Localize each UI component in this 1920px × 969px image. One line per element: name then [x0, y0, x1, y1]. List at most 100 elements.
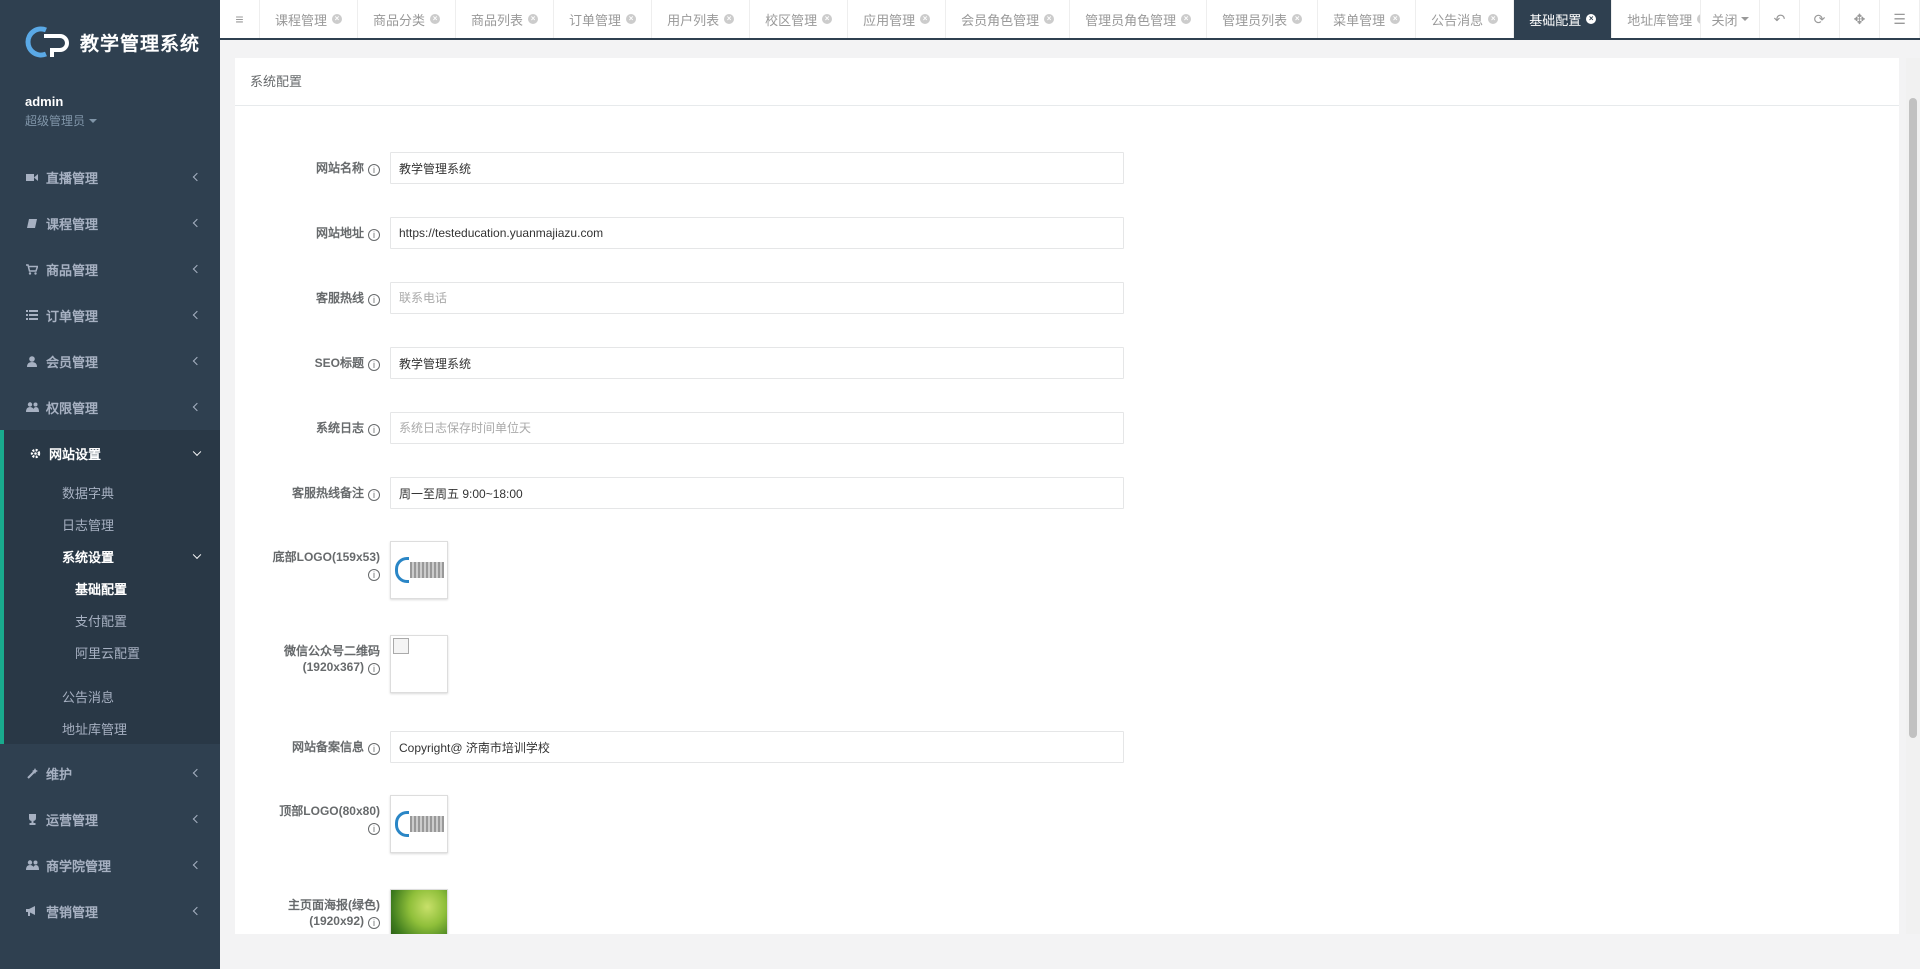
field-label-text: 主页面海报(绿色)(1920x92) [288, 898, 380, 928]
sidebar-item-maintenance[interactable]: 维护 [0, 750, 220, 796]
info-icon[interactable]: i [368, 743, 380, 755]
tab-menu[interactable]: 菜单管理 × [1318, 0, 1417, 38]
info-icon[interactable]: i [368, 823, 380, 835]
info-icon[interactable]: i [368, 663, 380, 675]
close-icon[interactable]: × [1488, 14, 1499, 24]
info-icon[interactable]: i [368, 424, 380, 436]
hotline-note-input[interactable] [390, 477, 1124, 509]
chevron-down-icon [192, 550, 202, 560]
sidebar-item-operations[interactable]: 运营管理 [0, 796, 220, 842]
tab-orders[interactable]: 订单管理 × [554, 0, 653, 38]
sidebar-subsubitem-basic-config[interactable]: 基础配置 [4, 572, 220, 604]
chevron-left-icon [192, 768, 202, 778]
sidebar-item-goods[interactable]: 商品管理 [0, 246, 220, 292]
sidebar-subitem-label: 系统设置 [62, 549, 115, 565]
sidebar-subitem-log[interactable]: 日志管理 [4, 508, 220, 540]
info-icon[interactable]: i [368, 917, 380, 929]
tab-member-roles[interactable]: 会员角色管理 × [946, 0, 1071, 38]
logo-text-shape [409, 562, 444, 578]
tab-user-list[interactable]: 用户列表 × [652, 0, 751, 38]
tab-admin-roles[interactable]: 管理员角色管理 × [1070, 0, 1208, 38]
sidebar-item-website-settings[interactable]: 网站设置 [4, 430, 220, 476]
user-profile[interactable]: admin 超级管理员 [0, 84, 220, 146]
tab-address[interactable]: 地址库管理× [1612, 0, 1700, 38]
close-tabs-label: 关闭 [1711, 12, 1738, 28]
close-icon[interactable]: × [528, 14, 539, 24]
app-logo[interactable]: 教学管理系统 [0, 0, 220, 84]
back-button[interactable]: ↶ [1760, 0, 1800, 38]
tab-course[interactable]: 课程管理 × [260, 0, 359, 38]
sys-log-input[interactable] [390, 412, 1124, 444]
close-icon[interactable]: × [724, 14, 735, 24]
caret-down-icon [1740, 17, 1749, 21]
wechat-qr-upload[interactable] [390, 635, 448, 693]
user-name: admin [25, 94, 64, 109]
info-icon[interactable]: i [368, 359, 380, 371]
close-icon[interactable]: × [626, 14, 637, 24]
sidebar-subsubitem-aliyun-config[interactable]: 阿里云配置 [4, 636, 220, 668]
sidebar-subitem-dict[interactable]: 数据字典 [4, 476, 220, 508]
sidebar-subitem-address[interactable]: 地址库管理 [4, 712, 220, 744]
info-icon[interactable]: i [368, 569, 380, 581]
seo-title-input[interactable] [390, 347, 1124, 379]
site-name-input[interactable] [390, 152, 1124, 184]
sidebar-item-label: 课程管理 [46, 216, 99, 232]
sidebar-item-course[interactable]: 课程管理 [0, 200, 220, 246]
chevron-left-icon [192, 310, 202, 320]
tab-campus[interactable]: 校区管理 × [750, 0, 849, 38]
close-icon[interactable]: × [1586, 14, 1597, 24]
close-icon[interactable]: × [1181, 14, 1192, 24]
tab-basic-config[interactable]: 基础配置 × [1514, 0, 1613, 38]
close-icon[interactable]: × [920, 14, 931, 24]
tab-notice[interactable]: 公告消息 × [1416, 0, 1515, 38]
tab-label: 管理员列表 [1222, 12, 1288, 28]
gear-icon [28, 447, 42, 459]
refresh-button[interactable]: ⟳ [1800, 0, 1840, 38]
close-icon[interactable]: × [332, 14, 343, 24]
info-icon[interactable]: i [368, 294, 380, 306]
close-icon[interactable]: × [1292, 14, 1303, 24]
hotline-input[interactable] [390, 282, 1124, 314]
scrollbar[interactable] [1906, 58, 1920, 934]
logo-thumbnail [394, 811, 444, 837]
info-icon[interactable]: i [368, 164, 380, 176]
sidebar-item-orders[interactable]: 订单管理 [0, 292, 220, 338]
chevron-left-icon [192, 402, 202, 412]
close-tabs-dropdown[interactable]: 关闭 [1700, 0, 1760, 38]
close-icon[interactable]: × [430, 14, 441, 24]
sidebar-item-business-school[interactable]: 商学院管理 [0, 842, 220, 888]
close-icon[interactable]: × [1390, 14, 1401, 24]
icp-input[interactable] [390, 731, 1124, 763]
tab-list-button[interactable]: ☰ [1880, 0, 1920, 38]
close-icon[interactable]: × [1044, 14, 1055, 24]
sidebar-item-marketing[interactable]: 营销管理 [0, 888, 220, 934]
scrollbar-thumb[interactable] [1909, 98, 1917, 738]
sidebar: 教学管理系统 admin 超级管理员 直播管理 课程管理 商品管理 订单管理 会… [0, 0, 220, 969]
poster-upload[interactable] [390, 889, 448, 934]
tab-goods-category[interactable]: 商品分类 × [358, 0, 457, 38]
form-row-sys-log: 系统日志 i [235, 412, 1899, 444]
sidebar-item-members[interactable]: 会员管理 [0, 338, 220, 384]
tab-goods-list[interactable]: 商品列表 × [456, 0, 555, 38]
sidebar-item-live[interactable]: 直播管理 [0, 154, 220, 200]
site-url-input[interactable] [390, 217, 1124, 249]
info-icon[interactable]: i [368, 229, 380, 241]
sidebar-subitem-notice[interactable]: 公告消息 [4, 680, 220, 712]
user-role-dropdown[interactable]: 超级管理员 [25, 112, 220, 129]
bottom-logo-upload[interactable] [390, 541, 448, 599]
sidebar-subitem-system[interactable]: 系统设置 [4, 540, 220, 572]
tab-admin-list[interactable]: 管理员列表 × [1207, 0, 1319, 38]
sidebar-item-label: 订单管理 [46, 308, 99, 324]
close-icon[interactable]: × [822, 14, 833, 24]
fullscreen-button[interactable]: ✥ [1840, 0, 1880, 38]
top-logo-upload[interactable] [390, 795, 448, 853]
chevron-left-icon [192, 906, 202, 916]
sidebar-toggle-button[interactable]: ≡ [220, 0, 260, 38]
book-icon [25, 217, 39, 229]
sidebar-item-permissions[interactable]: 权限管理 [0, 384, 220, 430]
field-label: 顶部LOGO(80x80) i [235, 795, 390, 835]
sidebar-subsubitem-pay-config[interactable]: 支付配置 [4, 604, 220, 636]
tab-apps[interactable]: 应用管理 × [848, 0, 947, 38]
field-label: 客服热线 i [235, 290, 390, 306]
info-icon[interactable]: i [368, 489, 380, 501]
